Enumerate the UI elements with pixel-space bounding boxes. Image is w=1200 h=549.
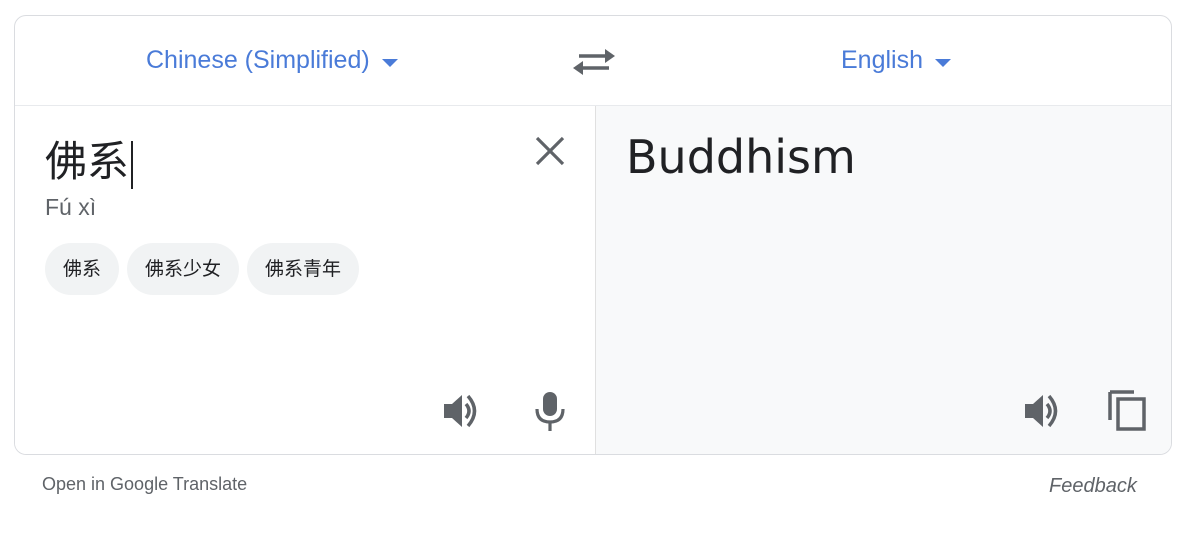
open-in-google-translate-link[interactable]: Open in Google Translate [42,474,247,495]
source-language-label: Chinese (Simplified) [146,46,370,74]
speaker-icon[interactable] [1020,389,1064,433]
transliteration: Fú xì [45,194,97,220]
source-panel: 佛系 Fú xì 佛系 佛系少女 佛系青年 [15,106,595,454]
language-bar: Chinese (Simplified) English [15,16,1171,106]
target-language-label: English [841,46,923,74]
swap-icon[interactable] [571,46,617,78]
source-text-input[interactable]: 佛系 [45,128,134,189]
chevron-down-icon [381,58,398,67]
copy-icon[interactable] [1106,388,1150,432]
suggestion-chip[interactable]: 佛系少女 [127,243,240,295]
text-cursor [131,140,134,189]
target-panel: Buddhism [595,106,1171,454]
translated-text: Buddhism [626,130,856,184]
source-text: 佛系 [45,137,130,186]
speaker-icon[interactable] [439,389,483,433]
chevron-down-icon [935,58,951,67]
suggestion-chip[interactable]: 佛系青年 [247,243,360,295]
suggestion-list: 佛系 佛系少女 佛系青年 [45,243,360,295]
target-language-selector[interactable]: English [841,46,951,75]
feedback-link[interactable]: Feedback [1049,475,1137,498]
suggestion-chip[interactable]: 佛系 [45,243,120,295]
microphone-icon[interactable] [528,389,572,433]
translate-card: Chinese (Simplified) English 佛系 Fú xì 佛系… [14,15,1172,455]
close-icon[interactable] [533,134,567,168]
source-language-selector[interactable]: Chinese (Simplified) [146,46,398,75]
